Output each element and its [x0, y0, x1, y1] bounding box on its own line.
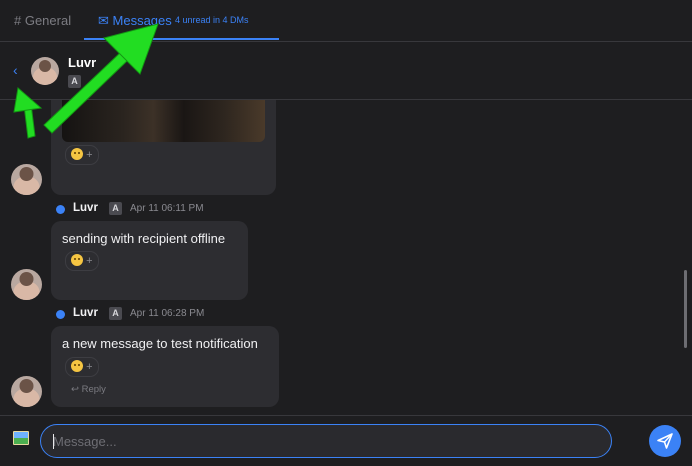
smiley-icon [71, 254, 83, 266]
message-text: sending with recipient offline [62, 231, 226, 246]
reaction-button[interactable]: + [65, 357, 99, 377]
smiley-icon [71, 360, 83, 372]
send-button[interactable] [649, 425, 681, 457]
reaction-button[interactable]: + [65, 145, 99, 165]
image-icon[interactable] [13, 431, 29, 445]
message-list[interactable]: + Luvr A Apr 11 06:11 PM sending with re… [0, 100, 692, 416]
text-caret [53, 434, 54, 449]
add-reaction-label: + [86, 255, 93, 267]
message-text: a new message to test notification [62, 336, 258, 351]
add-reaction-label: + [86, 361, 93, 373]
message-input[interactable] [40, 424, 612, 458]
conversation-header: ‹ Luvr A [0, 42, 692, 100]
message-composer [0, 415, 692, 466]
conversation-name: Luvr [68, 55, 97, 70]
message-bubble: a new message to test notification + ↩ R… [51, 326, 279, 407]
avatar[interactable] [11, 164, 42, 195]
tab-messages[interactable]: ✉ Messages 4 unread in 4 DMs [84, 0, 279, 40]
user-badge: A [109, 307, 122, 320]
reply-button[interactable]: ↩ Reply [71, 384, 106, 395]
tab-messages-label: ✉ Messages [98, 13, 172, 28]
user-badge: A [68, 75, 81, 88]
timestamp: Apr 11 06:28 PM [130, 308, 205, 319]
tab-general[interactable]: # General [14, 13, 71, 28]
message-meta: Luvr A Apr 11 06:28 PM [56, 306, 256, 322]
reaction-button[interactable]: + [65, 251, 99, 271]
scrollbar-thumb[interactable] [684, 270, 687, 348]
timestamp: Apr 11 06:11 PM [130, 203, 204, 214]
unread-summary: 4 unread in 4 DMs [175, 15, 249, 25]
back-chevron-icon[interactable]: ‹ [13, 62, 18, 78]
avatar[interactable] [11, 269, 42, 300]
online-status-dot [56, 310, 65, 319]
message-meta: Luvr A Apr 11 06:11 PM [56, 201, 256, 217]
smiley-icon [71, 148, 83, 160]
avatar[interactable] [11, 376, 42, 407]
sender-name[interactable]: Luvr [73, 307, 98, 319]
message-image[interactable] [62, 100, 265, 142]
online-status-dot [56, 205, 65, 214]
user-badge: A [109, 202, 122, 215]
add-reaction-label: + [86, 149, 93, 161]
avatar[interactable] [31, 57, 59, 85]
message-bubble: sending with recipient offline + [51, 221, 248, 300]
send-icon [657, 433, 673, 449]
tab-bar: # General ✉ Messages 4 unread in 4 DMs [0, 0, 692, 42]
sender-name[interactable]: Luvr [73, 202, 98, 214]
message-bubble: + [51, 100, 276, 195]
